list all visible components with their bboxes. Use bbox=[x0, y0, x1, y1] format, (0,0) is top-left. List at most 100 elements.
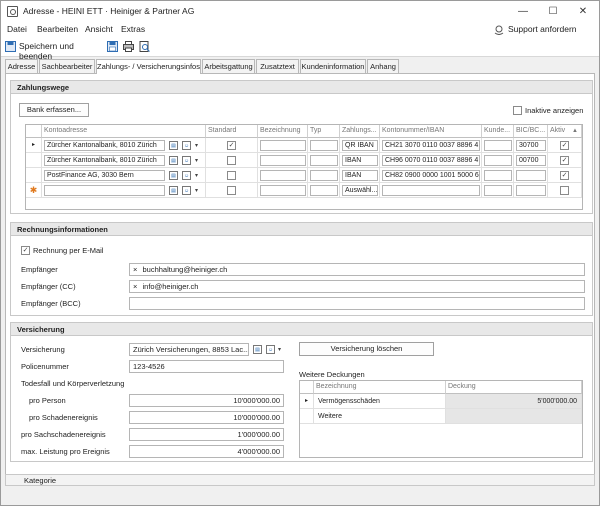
col-bic-bc[interactable]: BIC/BC... bbox=[514, 125, 548, 138]
menu-extras[interactable]: Extras bbox=[121, 24, 145, 34]
save-icon[interactable] bbox=[107, 41, 118, 52]
row2-standard-checkbox[interactable] bbox=[227, 156, 236, 165]
row3-typ[interactable] bbox=[310, 170, 338, 181]
deckung-row2-value[interactable] bbox=[446, 409, 582, 424]
tab-kundeninformation[interactable]: Kundeninformation bbox=[300, 59, 366, 73]
row2-aktiv-checkbox[interactable]: ✓ bbox=[560, 156, 569, 165]
bank-lookup-icon[interactable]: ▤ bbox=[169, 186, 178, 195]
row2-payment[interactable]: IBAN bbox=[342, 155, 378, 166]
row2-kunde[interactable] bbox=[484, 155, 512, 166]
row3-standard-checkbox[interactable] bbox=[227, 171, 236, 180]
tab-zahlungs-versicherungsinfos[interactable]: Zahlungs- / Versicherungsinfos bbox=[96, 59, 201, 74]
support-button[interactable]: Support anfordern bbox=[494, 23, 599, 37]
deckung-row1-value[interactable]: 5'000'000.00 bbox=[446, 394, 582, 409]
row3-payment[interactable]: IBAN bbox=[342, 170, 378, 181]
col-kontonummer-iban[interactable]: Kontonummer/IBAN bbox=[380, 125, 482, 138]
print-preview-icon[interactable] bbox=[139, 41, 150, 52]
row1-payment[interactable]: QR IBAN bbox=[342, 140, 378, 151]
tab-zusatztext[interactable]: Zusatztext bbox=[256, 59, 299, 73]
new-row-iban[interactable] bbox=[382, 185, 480, 196]
maximize-button[interactable]: ☐ bbox=[539, 4, 567, 20]
menu-bearbeiten[interactable]: Bearbeiten bbox=[37, 24, 78, 34]
row2-bc[interactable]: 00700 bbox=[516, 155, 546, 166]
bank-lookup-icon[interactable]: ▤ bbox=[169, 171, 178, 180]
row3-address[interactable]: PostFinance AG, 3030 Bern bbox=[44, 170, 165, 181]
row1-kunde[interactable] bbox=[484, 140, 512, 151]
new-row-standard-checkbox[interactable] bbox=[227, 186, 236, 195]
sachschaden-input[interactable]: 1'000'000.00 bbox=[129, 428, 284, 441]
new-row-bc[interactable] bbox=[516, 185, 546, 196]
police-input[interactable]: 123-4526 bbox=[129, 360, 284, 373]
col-standard[interactable]: Standard bbox=[206, 125, 258, 138]
row2-bezeichnung[interactable] bbox=[260, 155, 306, 166]
address-card-icon[interactable]: ☺ bbox=[266, 345, 275, 354]
row1-bc[interactable]: 30700 bbox=[516, 140, 546, 151]
rechnung-email-checkbox[interactable]: ✓ bbox=[21, 246, 30, 255]
tab-arbeitsgattung[interactable]: Arbeitsgattung bbox=[202, 59, 255, 73]
address-card-icon[interactable]: ☺ bbox=[182, 141, 191, 150]
insurance-lookup-icon[interactable]: ▤ bbox=[253, 345, 262, 354]
close-button[interactable]: ✕ bbox=[569, 4, 597, 20]
remove-cc-icon[interactable]: × bbox=[133, 282, 137, 291]
empfaenger-input[interactable]: × buchhaltung@heiniger.ch bbox=[129, 263, 585, 276]
row2-address[interactable]: Zürcher Kantonalbank, 8010 Zürich bbox=[44, 155, 165, 166]
row2-iban[interactable]: CH96 0070 0110 0037 8896 4 bbox=[382, 155, 480, 166]
bank-lookup-icon[interactable]: ▤ bbox=[169, 141, 178, 150]
bank-erfassen-button[interactable]: Bank erfassen... bbox=[19, 103, 89, 117]
deckung-row2-name[interactable]: Weitere bbox=[314, 409, 446, 424]
col-deckung[interactable]: Deckung bbox=[446, 381, 582, 394]
tab-adresse[interactable]: Adresse bbox=[5, 59, 38, 73]
versicherung-loeschen-button[interactable]: Versicherung löschen bbox=[299, 342, 434, 356]
dropdown-chevron-icon[interactable]: ▾ bbox=[195, 142, 198, 149]
address-card-icon[interactable]: ☺ bbox=[182, 186, 191, 195]
save-close-button[interactable]: Speichern und beenden bbox=[5, 40, 101, 61]
col-kontoadresse[interactable]: Kontoadresse bbox=[42, 125, 206, 138]
new-row-bezeichnung[interactable] bbox=[260, 185, 306, 196]
row3-kunde[interactable] bbox=[484, 170, 512, 181]
remove-recipient-icon[interactable]: × bbox=[133, 265, 137, 274]
row1-typ[interactable] bbox=[310, 140, 338, 151]
row3-aktiv-checkbox[interactable]: ✓ bbox=[560, 171, 569, 180]
row3-iban[interactable]: CH82 0900 0000 1001 5000 6 bbox=[382, 170, 480, 181]
row1-address[interactable]: Zürcher Kantonalbank, 8010 Zürich bbox=[44, 140, 165, 151]
col-typ[interactable]: Typ bbox=[308, 125, 340, 138]
bank-lookup-icon[interactable]: ▤ bbox=[169, 156, 178, 165]
tab-anhang[interactable]: Anhang bbox=[367, 59, 399, 73]
dropdown-chevron-icon[interactable]: ▾ bbox=[195, 187, 198, 194]
address-card-icon[interactable]: ☺ bbox=[182, 171, 191, 180]
new-row-typ[interactable] bbox=[310, 185, 338, 196]
dropdown-chevron-icon[interactable]: ▾ bbox=[195, 172, 198, 179]
row3-bezeichnung[interactable] bbox=[260, 170, 306, 181]
print-icon[interactable] bbox=[123, 41, 134, 52]
kategorie-bar[interactable]: Kategorie bbox=[5, 474, 595, 486]
new-row-aktiv-checkbox[interactable] bbox=[560, 186, 569, 195]
row3-bc[interactable] bbox=[516, 170, 546, 181]
col-bezeichnung[interactable]: Bezeichnung bbox=[314, 381, 446, 394]
versicherung-input[interactable]: Zürich Versicherungen, 8853 Lac... bbox=[129, 343, 249, 356]
dropdown-chevron-icon[interactable]: ▾ bbox=[278, 346, 281, 353]
col-aktiv[interactable]: Aktiv ▲ bbox=[548, 125, 582, 138]
row1-bezeichnung[interactable] bbox=[260, 140, 306, 151]
row1-iban[interactable]: CH21 3070 0110 0037 8896 4 bbox=[382, 140, 480, 151]
dropdown-chevron-icon[interactable]: ▾ bbox=[195, 157, 198, 164]
row1-standard-checkbox[interactable]: ✓ bbox=[227, 141, 236, 150]
row1-aktiv-checkbox[interactable]: ✓ bbox=[560, 141, 569, 150]
deckung-row1-name[interactable]: Vermögensschäden bbox=[314, 394, 446, 409]
row2-typ[interactable] bbox=[310, 155, 338, 166]
bcc-input[interactable] bbox=[129, 297, 585, 310]
minimize-button[interactable]: — bbox=[509, 4, 537, 20]
col-bezeichnung[interactable]: Bezeichnung bbox=[258, 125, 308, 138]
menu-ansicht[interactable]: Ansicht bbox=[85, 24, 113, 34]
cc-input[interactable]: × info@heiniger.ch bbox=[129, 280, 585, 293]
new-row-kunde[interactable] bbox=[484, 185, 512, 196]
menu-datei[interactable]: Datei bbox=[7, 24, 27, 34]
new-row-payment[interactable]: Auswähl... bbox=[342, 185, 378, 196]
max-leistung-input[interactable]: 4'000'000.00 bbox=[129, 445, 284, 458]
col-zahlungsart[interactable]: Zahlungs... bbox=[340, 125, 380, 138]
new-row-address[interactable] bbox=[44, 185, 165, 196]
tab-sachbearbeiter[interactable]: Sachbearbeiter bbox=[39, 59, 95, 73]
pro-schaden-input[interactable]: 10'000'000.00 bbox=[129, 411, 284, 424]
pro-person-input[interactable]: 10'000'000.00 bbox=[129, 394, 284, 407]
address-card-icon[interactable]: ☺ bbox=[182, 156, 191, 165]
col-kunde[interactable]: Kunde... bbox=[482, 125, 514, 138]
